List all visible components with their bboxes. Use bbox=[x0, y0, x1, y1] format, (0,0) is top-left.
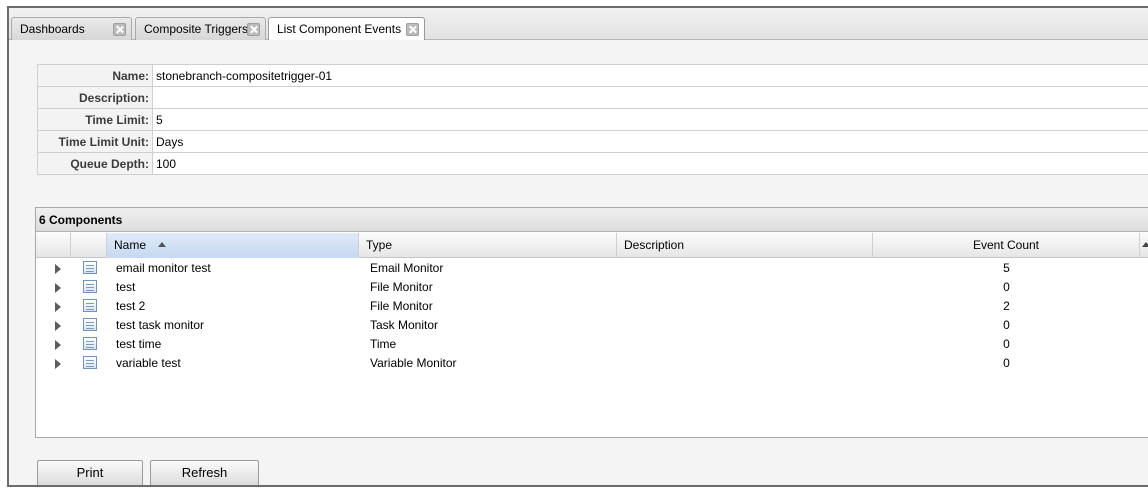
tab-label: Composite Triggers bbox=[144, 22, 249, 36]
queue-depth-label: Queue Depth: bbox=[37, 152, 153, 175]
expand-arrow-icon[interactable] bbox=[55, 302, 61, 312]
table-row[interactable]: email monitor test Email Monitor 5 bbox=[36, 259, 1148, 278]
component-icon bbox=[83, 261, 97, 274]
row-name: test time bbox=[116, 337, 162, 351]
table-row[interactable]: variable test Variable Monitor 0 bbox=[36, 354, 1148, 373]
column-header-event-count-label: Event Count bbox=[972, 238, 1040, 252]
tab-list-component-events[interactable]: List Component Events bbox=[268, 17, 425, 42]
component-icon bbox=[83, 280, 97, 293]
row-name: test 2 bbox=[116, 299, 146, 313]
table-row[interactable]: test 2 File Monitor 2 bbox=[36, 297, 1148, 316]
scroll-up-icon[interactable] bbox=[1138, 233, 1148, 258]
name-value: stonebranch-compositetrigger-01 bbox=[152, 64, 1148, 87]
expand-arrow-icon[interactable] bbox=[55, 264, 61, 274]
component-icon bbox=[83, 299, 97, 312]
close-icon[interactable] bbox=[406, 23, 419, 36]
row-type: Time bbox=[370, 337, 397, 351]
row-type: Variable Monitor bbox=[370, 356, 457, 370]
components-title: 6 Components bbox=[36, 208, 1148, 232]
table-row[interactable]: test task monitor Task Monitor 0 bbox=[36, 316, 1148, 335]
description-label: Description: bbox=[37, 86, 153, 109]
row-type: Email Monitor bbox=[370, 261, 444, 275]
name-row: Name: stonebranch-compositetrigger-01 bbox=[37, 64, 1148, 87]
queue-depth-value: 100 bbox=[152, 152, 1148, 175]
row-event-count: 5 bbox=[1003, 261, 1010, 275]
component-icon bbox=[83, 318, 97, 331]
content-panel: Name: stonebranch-compositetrigger-01 De… bbox=[9, 40, 1148, 485]
tab-composite-triggers[interactable]: Composite Triggers bbox=[135, 17, 266, 41]
row-name: test bbox=[116, 280, 136, 294]
table-row[interactable]: test time Time 0 bbox=[36, 335, 1148, 354]
icon-column-header bbox=[71, 233, 107, 258]
row-name: test task monitor bbox=[116, 318, 205, 332]
grid-header: Name Type Description Event Count bbox=[36, 233, 1148, 258]
column-header-description-label: Description bbox=[624, 238, 685, 252]
expand-arrow-icon[interactable] bbox=[55, 340, 61, 350]
sort-ascending-icon bbox=[158, 242, 166, 247]
tab-dashboards[interactable]: Dashboards bbox=[11, 17, 132, 41]
component-icon bbox=[83, 356, 97, 369]
column-header-description[interactable]: Description bbox=[617, 233, 873, 258]
row-event-count: 2 bbox=[1003, 299, 1010, 313]
column-header-name[interactable]: Name bbox=[107, 233, 359, 258]
print-button[interactable]: Print bbox=[37, 460, 143, 485]
row-event-count: 0 bbox=[1003, 337, 1010, 351]
component-icon bbox=[83, 337, 97, 350]
time-limit-unit-value: Days bbox=[152, 130, 1148, 153]
components-grid: 6 Components Name Type Description Event… bbox=[35, 207, 1148, 438]
tab-label: List Component Events bbox=[277, 22, 402, 36]
name-label: Name: bbox=[37, 64, 153, 87]
column-header-type-label: Type bbox=[366, 238, 393, 252]
row-name: variable test bbox=[116, 356, 181, 370]
column-header-event-count[interactable]: Event Count bbox=[873, 233, 1140, 258]
expand-arrow-icon[interactable] bbox=[55, 321, 61, 331]
close-icon[interactable] bbox=[113, 23, 126, 36]
time-limit-unit-row: Time Limit Unit: Days bbox=[37, 130, 1148, 153]
tab-label: Dashboards bbox=[20, 22, 85, 36]
row-type: Task Monitor bbox=[370, 318, 439, 332]
time-limit-row: Time Limit: 5 bbox=[37, 108, 1148, 131]
row-event-count: 0 bbox=[1003, 280, 1010, 294]
expander-column-header bbox=[36, 233, 71, 258]
description-row: Description: bbox=[37, 86, 1148, 109]
row-event-count: 0 bbox=[1003, 356, 1010, 370]
tab-strip: Dashboards Composite Triggers List Compo… bbox=[9, 8, 1148, 42]
expand-arrow-icon[interactable] bbox=[55, 359, 61, 369]
time-limit-value: 5 bbox=[152, 108, 1148, 131]
description-value bbox=[152, 86, 1148, 109]
column-header-name-label: Name bbox=[114, 238, 147, 252]
row-type: File Monitor bbox=[370, 280, 433, 294]
queue-depth-row: Queue Depth: 100 bbox=[37, 152, 1148, 175]
row-event-count: 0 bbox=[1003, 318, 1010, 332]
row-type: File Monitor bbox=[370, 299, 433, 313]
refresh-button[interactable]: Refresh bbox=[150, 460, 259, 485]
table-row[interactable]: test File Monitor 0 bbox=[36, 278, 1148, 297]
row-name: email monitor test bbox=[116, 261, 211, 275]
details-table: Name: stonebranch-compositetrigger-01 De… bbox=[37, 64, 1148, 175]
time-limit-unit-label: Time Limit Unit: bbox=[37, 130, 153, 153]
grid-rows: email monitor test Email Monitor 5 test … bbox=[36, 259, 1148, 373]
column-header-type[interactable]: Type bbox=[359, 233, 617, 258]
expand-arrow-icon[interactable] bbox=[55, 283, 61, 293]
time-limit-label: Time Limit: bbox=[37, 108, 153, 131]
application-frame: Dashboards Composite Triggers List Compo… bbox=[7, 6, 1148, 487]
close-icon[interactable] bbox=[247, 23, 260, 36]
